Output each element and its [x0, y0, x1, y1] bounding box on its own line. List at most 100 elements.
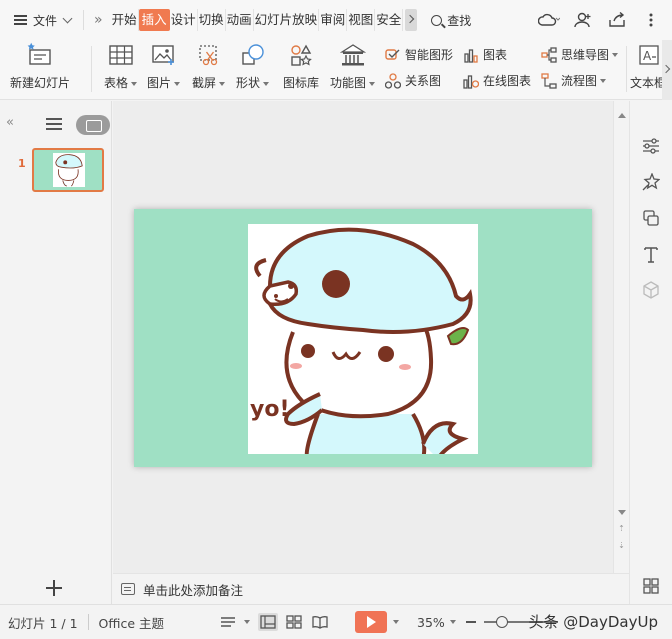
tab-transition[interactable]: 切换 [198, 9, 226, 31]
menu-bar: 文件 » 开始 插入 设计 切换 动画 幻灯片放映 审阅 视图 安全 查找 [0, 0, 672, 40]
new-slide-button[interactable]: 新建幻灯片 [10, 42, 70, 91]
chart-icon [463, 47, 479, 63]
notes-placeholder: 单击此处添加备注 [143, 582, 244, 598]
collapse-panel-icon[interactable]: « [6, 115, 14, 130]
reading-view-icon[interactable] [310, 613, 330, 631]
status-bar: 幻灯片 1 / 1 Office 主题 35% 头条 @DayDayUp [0, 604, 672, 639]
caret-icon[interactable] [244, 620, 251, 624]
caret-icon [369, 81, 376, 86]
picture-button[interactable]: 图片 [147, 42, 181, 91]
tab-review[interactable]: 审阅 [319, 9, 348, 31]
function-chart-button[interactable]: 功能图 [330, 42, 376, 91]
share-user-icon[interactable] [572, 10, 594, 30]
shape-button[interactable]: 形状 [236, 42, 270, 91]
chart-button[interactable]: 图表 [463, 46, 507, 63]
online-chart-icon [463, 73, 479, 89]
caret-icon [219, 81, 226, 86]
table-label: 表格 [104, 76, 129, 90]
file-menu-button[interactable]: 文件 [8, 6, 77, 34]
ribbon-divider [91, 46, 92, 92]
cloud-sync-icon[interactable] [538, 10, 560, 30]
new-slide-label: 新建幻灯片 [10, 76, 71, 90]
tab-insert[interactable]: 插入 [138, 9, 170, 31]
icon-library-button[interactable]: 图标库 [283, 42, 319, 91]
thumbnail-picture [53, 153, 85, 187]
properties-icon[interactable] [640, 135, 662, 157]
relation-chart-label: 关系图 [405, 74, 442, 88]
add-slide-button[interactable] [44, 578, 64, 598]
flowchart-button[interactable]: 流程图 [541, 72, 607, 89]
zoom-slider-knob[interactable] [495, 616, 508, 628]
online-chart-button[interactable]: 在线图表 [463, 72, 531, 89]
theme-name[interactable]: Office 主题 [99, 613, 164, 632]
normal-view-icon[interactable] [258, 613, 279, 631]
tab-view[interactable]: 视图 [347, 9, 376, 31]
thumbnail-view-toggle[interactable] [76, 115, 110, 135]
slide-editor-canvas: yo! [113, 101, 613, 573]
screenshot-icon [196, 42, 222, 68]
slide-picture[interactable]: yo! [248, 224, 478, 454]
picture-label: 图片 [147, 76, 172, 90]
zoom-out-icon[interactable] [465, 621, 476, 623]
mind-map-label: 思维导图 [561, 48, 610, 62]
3d-box-icon [640, 279, 662, 301]
window-tools [526, 10, 662, 30]
scroll-down-icon[interactable] [618, 510, 626, 515]
outline-view-icon[interactable] [46, 118, 62, 130]
slide-sorter-view-icon[interactable] [284, 613, 304, 631]
current-slide[interactable]: yo! [134, 209, 592, 467]
more-options-icon[interactable] [640, 10, 662, 30]
zoom-level[interactable]: 35% [417, 615, 445, 630]
smart-art-button[interactable]: 智能图形 [385, 46, 453, 63]
ribbon-toolbar: 新建幻灯片 表格 图片 截屏 形状 图标库 功能图 智能图形 关系图 图表 在线… [0, 40, 672, 100]
tab-design[interactable]: 设计 [170, 9, 198, 31]
textbox-button[interactable]: A 文本框 [630, 42, 666, 91]
caret-icon [600, 78, 607, 83]
notes-view-icon[interactable] [218, 613, 238, 631]
design-layers-icon[interactable] [640, 207, 662, 229]
search-label: 查找 [447, 13, 472, 28]
mind-map-button[interactable]: 思维导图 [541, 46, 619, 63]
tab-slideshow[interactable]: 幻灯片放映 [254, 9, 320, 31]
caret-icon[interactable] [449, 620, 456, 624]
screenshot-label: 截屏 [192, 76, 217, 90]
ribbon-scroll-right-button[interactable] [662, 40, 672, 100]
tab-security[interactable]: 安全 [375, 9, 404, 31]
table-button[interactable]: 表格 [104, 42, 138, 91]
slide-counter: 幻灯片 1 / 1 [8, 615, 78, 631]
flowchart-icon [541, 72, 557, 89]
online-chart-label: 在线图表 [483, 74, 532, 88]
smart-art-icon [385, 47, 401, 63]
play-slideshow-button[interactable] [355, 611, 388, 633]
caret-icon[interactable] [393, 620, 400, 624]
function-chart-label: 功能图 [330, 76, 367, 90]
caret-icon [174, 81, 181, 86]
tab-home[interactable]: 开始 [111, 9, 139, 31]
double-chevron-icon[interactable]: » [94, 12, 103, 28]
notes-bar[interactable]: 单击此处添加备注 [113, 573, 629, 604]
slide-number: 1 [18, 157, 26, 170]
slide-thumbnail[interactable] [32, 148, 104, 192]
screenshot-button[interactable]: 截屏 [192, 42, 226, 91]
icon-library-icon [288, 42, 314, 68]
mind-map-icon [541, 46, 557, 63]
grid-layout-icon[interactable] [640, 575, 662, 597]
search-button[interactable]: 查找 [431, 12, 471, 29]
search-icon [431, 14, 443, 26]
status-divider [87, 614, 89, 630]
text-format-icon[interactable] [640, 243, 662, 265]
next-slide-icon[interactable]: ⇣ [618, 542, 625, 550]
chevron-down-icon [62, 13, 73, 23]
table-icon [108, 42, 134, 68]
scroll-up-icon[interactable] [618, 113, 626, 118]
tabs-more-button[interactable] [405, 9, 418, 31]
function-chart-icon [339, 42, 366, 68]
animation-star-icon[interactable] [640, 171, 662, 193]
tab-animation[interactable]: 动画 [226, 9, 254, 31]
vertical-scrollbar[interactable]: ⇡ ⇣ [613, 101, 629, 573]
export-icon[interactable] [606, 10, 628, 30]
notes-icon [121, 583, 135, 595]
relation-chart-button[interactable]: 关系图 [385, 72, 441, 89]
caret-icon [263, 81, 270, 86]
prev-slide-icon[interactable]: ⇡ [618, 525, 625, 533]
